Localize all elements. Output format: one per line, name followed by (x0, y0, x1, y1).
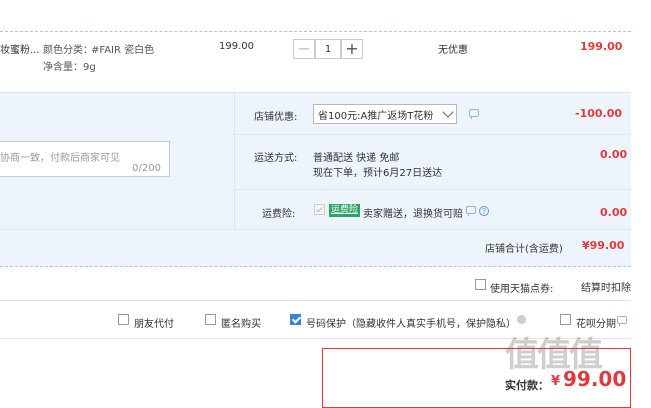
use-points-checkbox[interactable] (475, 279, 486, 291)
payment-label: 实付款： (505, 379, 549, 392)
shipping-eta: 现在下单，预计6月27日送达 (313, 168, 443, 179)
panel-divider (234, 134, 631, 135)
shop-discount-label: 店铺优惠: (254, 112, 298, 123)
quantity-input[interactable]: 1 (315, 39, 341, 59)
quantity-minus-button[interactable]: − (293, 39, 315, 59)
shipping-method: 普通配送 快递 免邮 (313, 153, 400, 164)
discount-text: 无优惠 (438, 45, 468, 56)
insurance-checkbox (314, 204, 325, 216)
quantity-stepper: − 1 + (293, 39, 363, 59)
chevron-down-icon (442, 106, 454, 118)
section-divider (0, 300, 631, 301)
message-placeholder: 协商一致，付款后商家可见 (0, 153, 120, 164)
shop-discount-select[interactable]: 省100元:A推广返场T花粉 (313, 104, 457, 124)
chat-icon[interactable] (466, 206, 476, 217)
sku-color-label: 颜色分类： (43, 45, 93, 56)
shop-total-label: 店铺合计(含运费) (485, 244, 563, 255)
message-counter: 0/200 (132, 163, 161, 174)
shipping-amount: 0.00 (600, 148, 628, 161)
info-icon[interactable] (517, 315, 526, 324)
payment-currency: ¥ (551, 374, 561, 389)
shop-discount-amount: -100.00 (575, 107, 623, 120)
panel-vertical-divider (234, 93, 235, 229)
use-points-label: 使用天猫点券: (490, 284, 554, 295)
insurance-badge: 运费险 (329, 204, 361, 217)
insurance-label: 运费险: (262, 209, 296, 220)
insurance-amount: 0.00 (600, 206, 628, 219)
friend-pay-checkbox[interactable] (118, 314, 129, 326)
insurance-text: 卖家赠送，退换货可赔 (363, 209, 463, 220)
chat-icon[interactable] (469, 109, 479, 120)
chat-icon[interactable] (617, 316, 627, 327)
sku-content: 净含量：9g (43, 62, 96, 73)
shop-discount-selected: 省100元:A推广返场T花粉 (318, 110, 434, 122)
quantity-plus-button[interactable]: + (341, 39, 363, 59)
panel-divider (0, 229, 631, 230)
number-protect-label: 号码保护（隐藏收件人真实手机号，保护隐私） (306, 319, 516, 330)
unit-price: 199.00 (219, 41, 254, 52)
product-title[interactable]: 妆蜜粉... (0, 41, 40, 56)
shipping-label: 运送方式: (254, 153, 298, 164)
order-info-panel: 协商一致，付款后商家可见 0/200 店铺优惠: 省100元:A推广返场T花粉 … (0, 92, 631, 267)
sku-color-value: #FAIR 瓷白色 (91, 45, 155, 56)
help-icon[interactable]: ? (479, 206, 489, 216)
shop-total-amount: ¥99.00 (582, 239, 625, 252)
friend-pay-label: 朋友代付 (134, 319, 174, 330)
anonymous-checkbox[interactable] (205, 314, 216, 326)
huabei-checkbox[interactable] (560, 314, 571, 326)
anonymous-label: 匿名购买 (221, 319, 261, 330)
watermark: 值值值 (505, 335, 603, 375)
number-protect-checkbox[interactable] (290, 314, 301, 326)
buyer-message-field[interactable]: 协商一致，付款后商家可见 0/200 (0, 141, 170, 177)
product-subtotal: 199.00 (580, 40, 623, 53)
points-note: 结算时扣除 (581, 283, 631, 294)
panel-divider (234, 189, 631, 190)
